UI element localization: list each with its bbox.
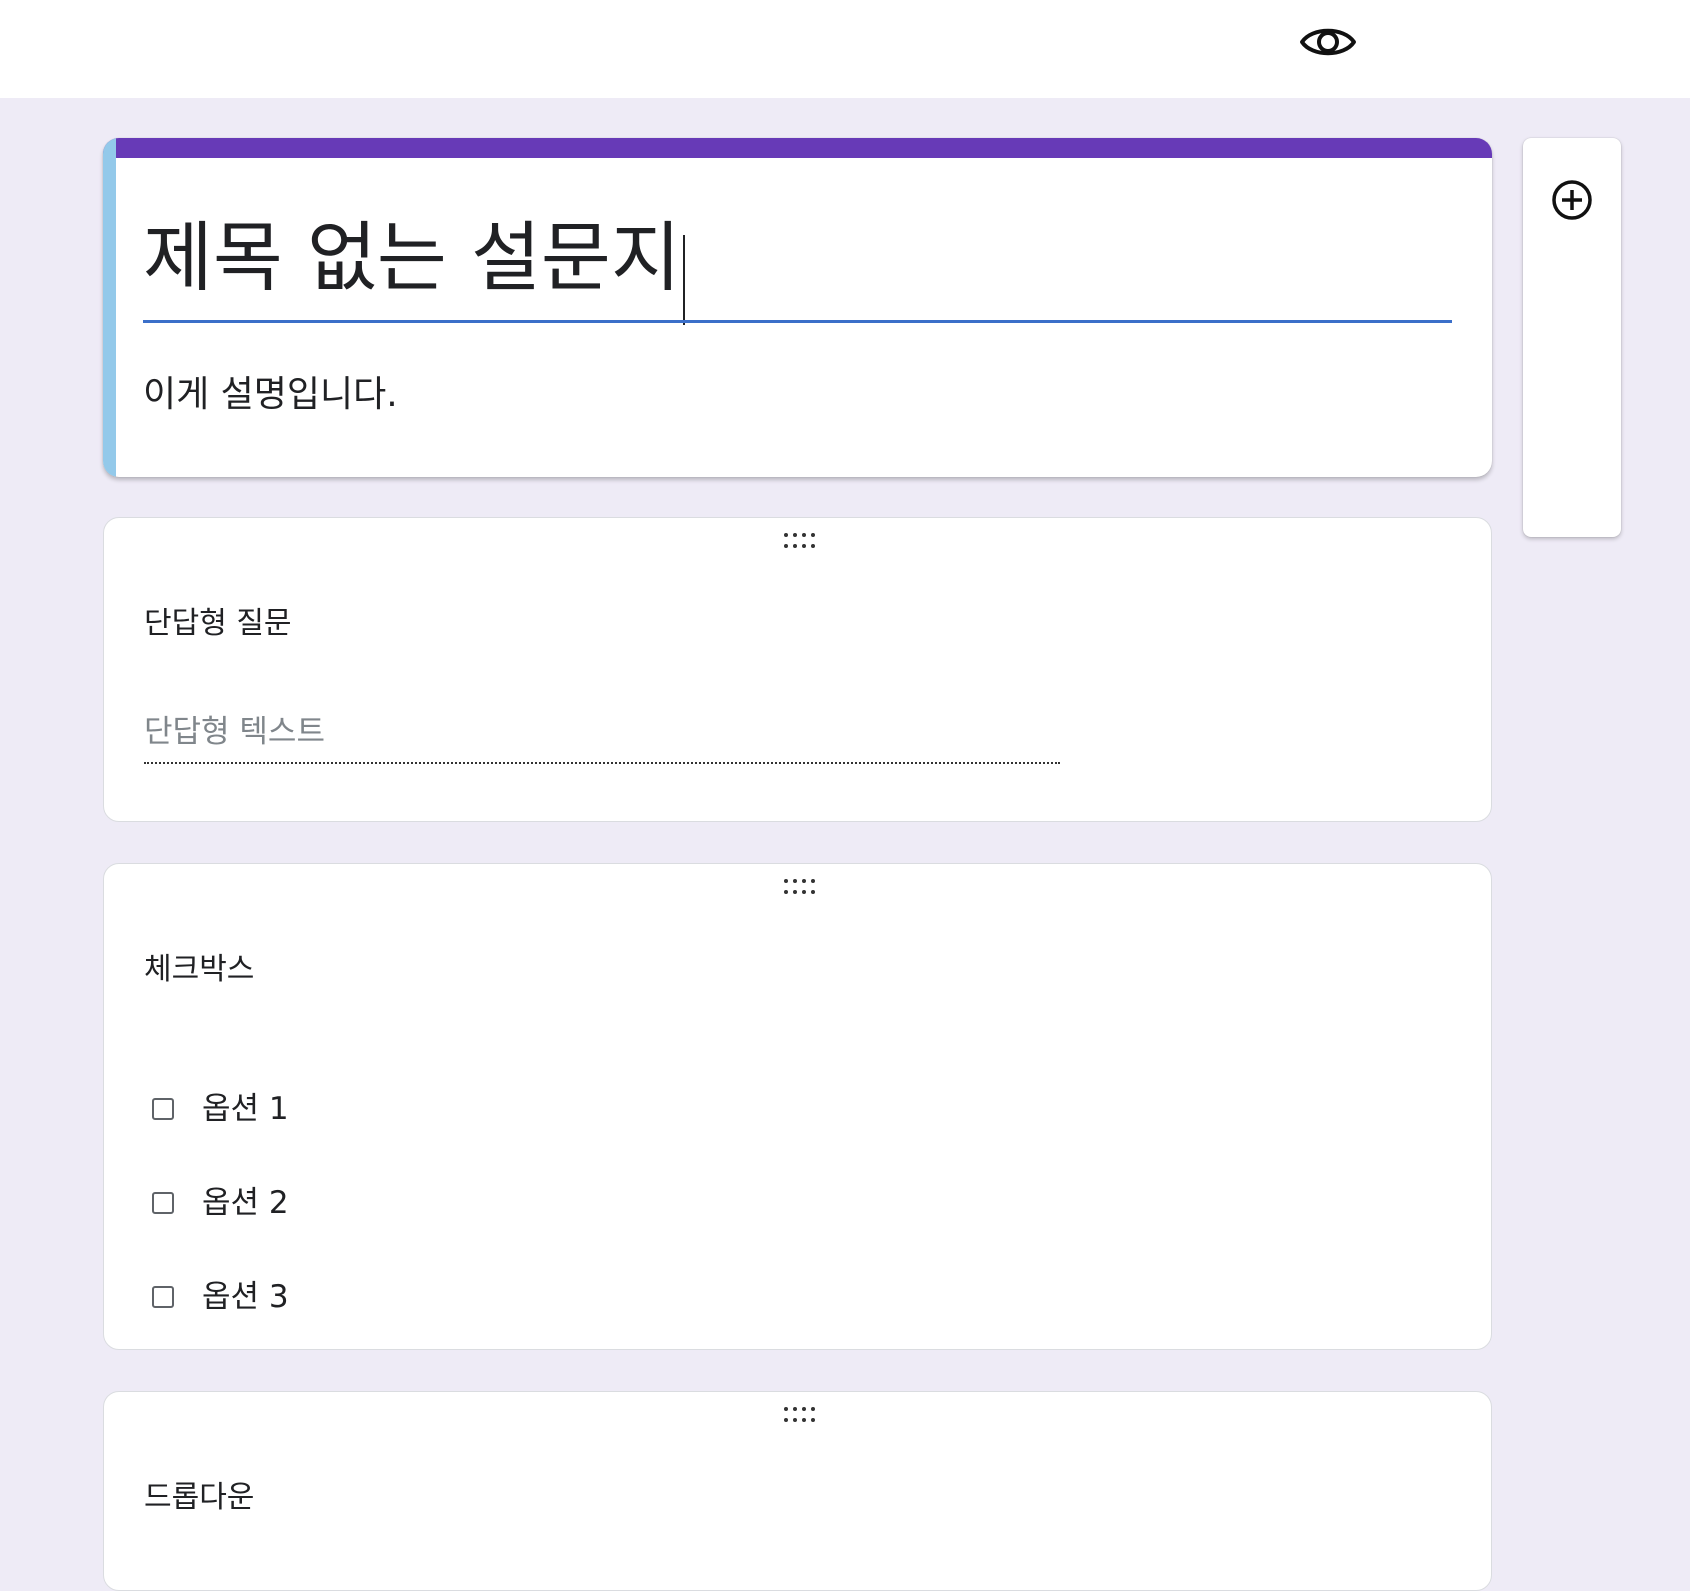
preview-button[interactable]: [1298, 20, 1358, 64]
checkbox[interactable]: [152, 1286, 174, 1308]
checkbox-option[interactable]: 옵션 2: [152, 1179, 289, 1227]
question-title[interactable]: 단답형 질문: [144, 602, 292, 646]
checkbox-option[interactable]: 옵션 3: [152, 1273, 289, 1321]
title-underline: [143, 320, 1452, 323]
add-question-button[interactable]: [1544, 172, 1600, 228]
drag-handle-icon[interactable]: [780, 530, 816, 552]
checkbox-option[interactable]: 옵션 1: [152, 1085, 289, 1133]
option-label: 옵션 2: [202, 1185, 289, 1221]
question-title[interactable]: 체크박스: [144, 948, 254, 992]
checkbox[interactable]: [152, 1098, 174, 1120]
add-circle-icon: [1552, 180, 1592, 220]
question-title[interactable]: 드롭다운: [144, 1476, 254, 1520]
question-card-dropdown[interactable]: 드롭다운: [103, 1391, 1492, 1591]
theme-stripe: [103, 138, 1492, 158]
option-label: 옵션 1: [202, 1091, 289, 1127]
question-card-short-answer[interactable]: 단답형 질문 단답형 텍스트: [103, 517, 1492, 822]
drag-handle-icon[interactable]: [780, 1404, 816, 1426]
top-toolbar: [0, 0, 1690, 98]
checkbox[interactable]: [152, 1192, 174, 1214]
form-description[interactable]: 이게 설명입니다.: [143, 370, 398, 420]
question-card-checkbox[interactable]: 체크박스 옵션 1 옵션 2 옵션 3: [103, 863, 1492, 1350]
form-title-field[interactable]: 제목 없는 설문지: [143, 208, 1452, 325]
text-cursor: [682, 234, 685, 325]
eye-icon: [1300, 28, 1356, 56]
option-label: 옵션 3: [202, 1279, 289, 1315]
short-answer-input: 단답형 텍스트: [144, 710, 1060, 764]
focus-indicator: [103, 138, 116, 477]
form-header-card[interactable]: 제목 없는 설문지 이게 설명입니다.: [103, 138, 1492, 477]
form-title: 제목 없는 설문지: [143, 213, 681, 302]
drag-handle-icon[interactable]: [780, 876, 816, 898]
side-toolbar: [1523, 138, 1621, 537]
